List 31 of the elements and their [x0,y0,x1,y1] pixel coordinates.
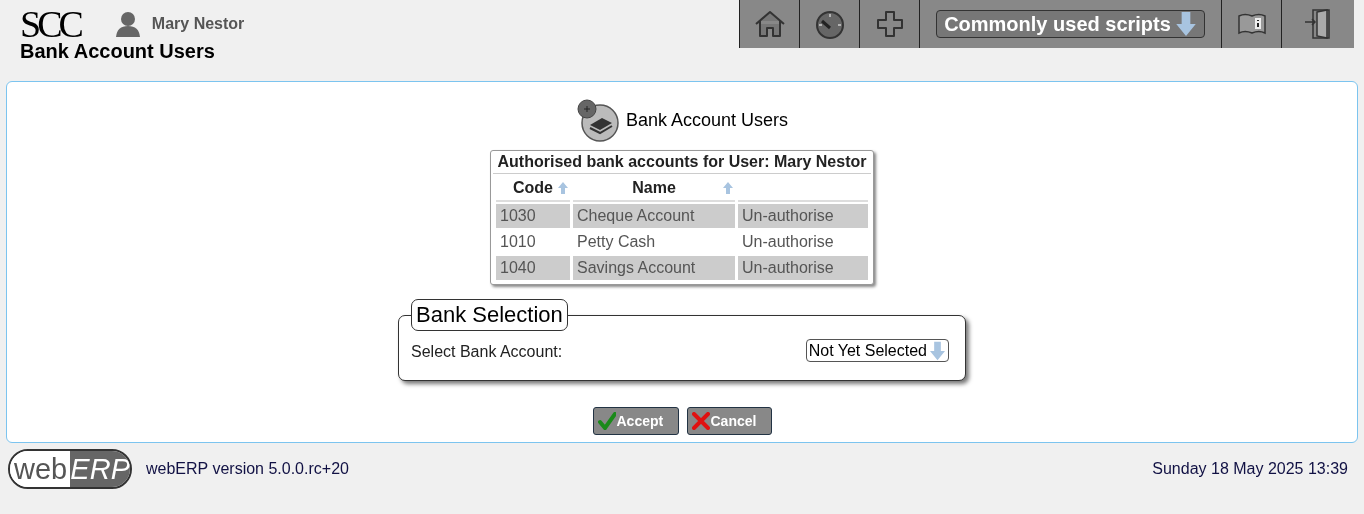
panel-legend: Bank Selection [411,299,568,331]
cross-icon [691,412,710,430]
column-header[interactable]: Code [513,176,553,200]
date-time: Sunday 18 May 2025 13:39 [1152,459,1348,479]
table-cell: 1010 [500,233,536,250]
table-caption: Authorised bank accounts for User: Mary Nestor [493,153,871,174]
table-cell: 1040 [500,259,536,276]
bank-account-select[interactable]: Not Yet Selected [805,339,949,362]
company-logo: SCC [20,6,80,42]
field-label: Select Bank Account: [411,342,563,362]
weberp-logo: webERP [8,449,132,489]
section-heading: Bank Account Users [625,108,789,132]
cancel-button[interactable]: Cancel [686,407,772,435]
page-title: Bank Account Users [20,40,216,62]
down-arrow-icon [1174,11,1197,37]
user-name[interactable]: Mary Nestor [151,12,245,36]
user-icon [113,11,142,37]
book-icon [1236,12,1267,36]
version-text: webERP version 5.0.0.rc+20 [146,459,349,479]
table-cell: Cheque Account [577,207,695,224]
table-cell: Petty Cash [577,233,656,250]
table-cell: Savings Account [577,259,696,276]
unauthorise-link[interactable]: Un-authorise [742,233,834,250]
down-arrow-icon [929,340,946,361]
accept-button[interactable]: Accept [592,407,679,435]
check-icon [597,412,616,430]
table-cell: 1030 [500,207,536,224]
bank-notes-icon [575,98,620,142]
column-header[interactable]: Name [632,176,676,200]
scripts-dropdown[interactable]: Commonly used scripts [936,10,1205,38]
door-icon [1303,7,1333,41]
